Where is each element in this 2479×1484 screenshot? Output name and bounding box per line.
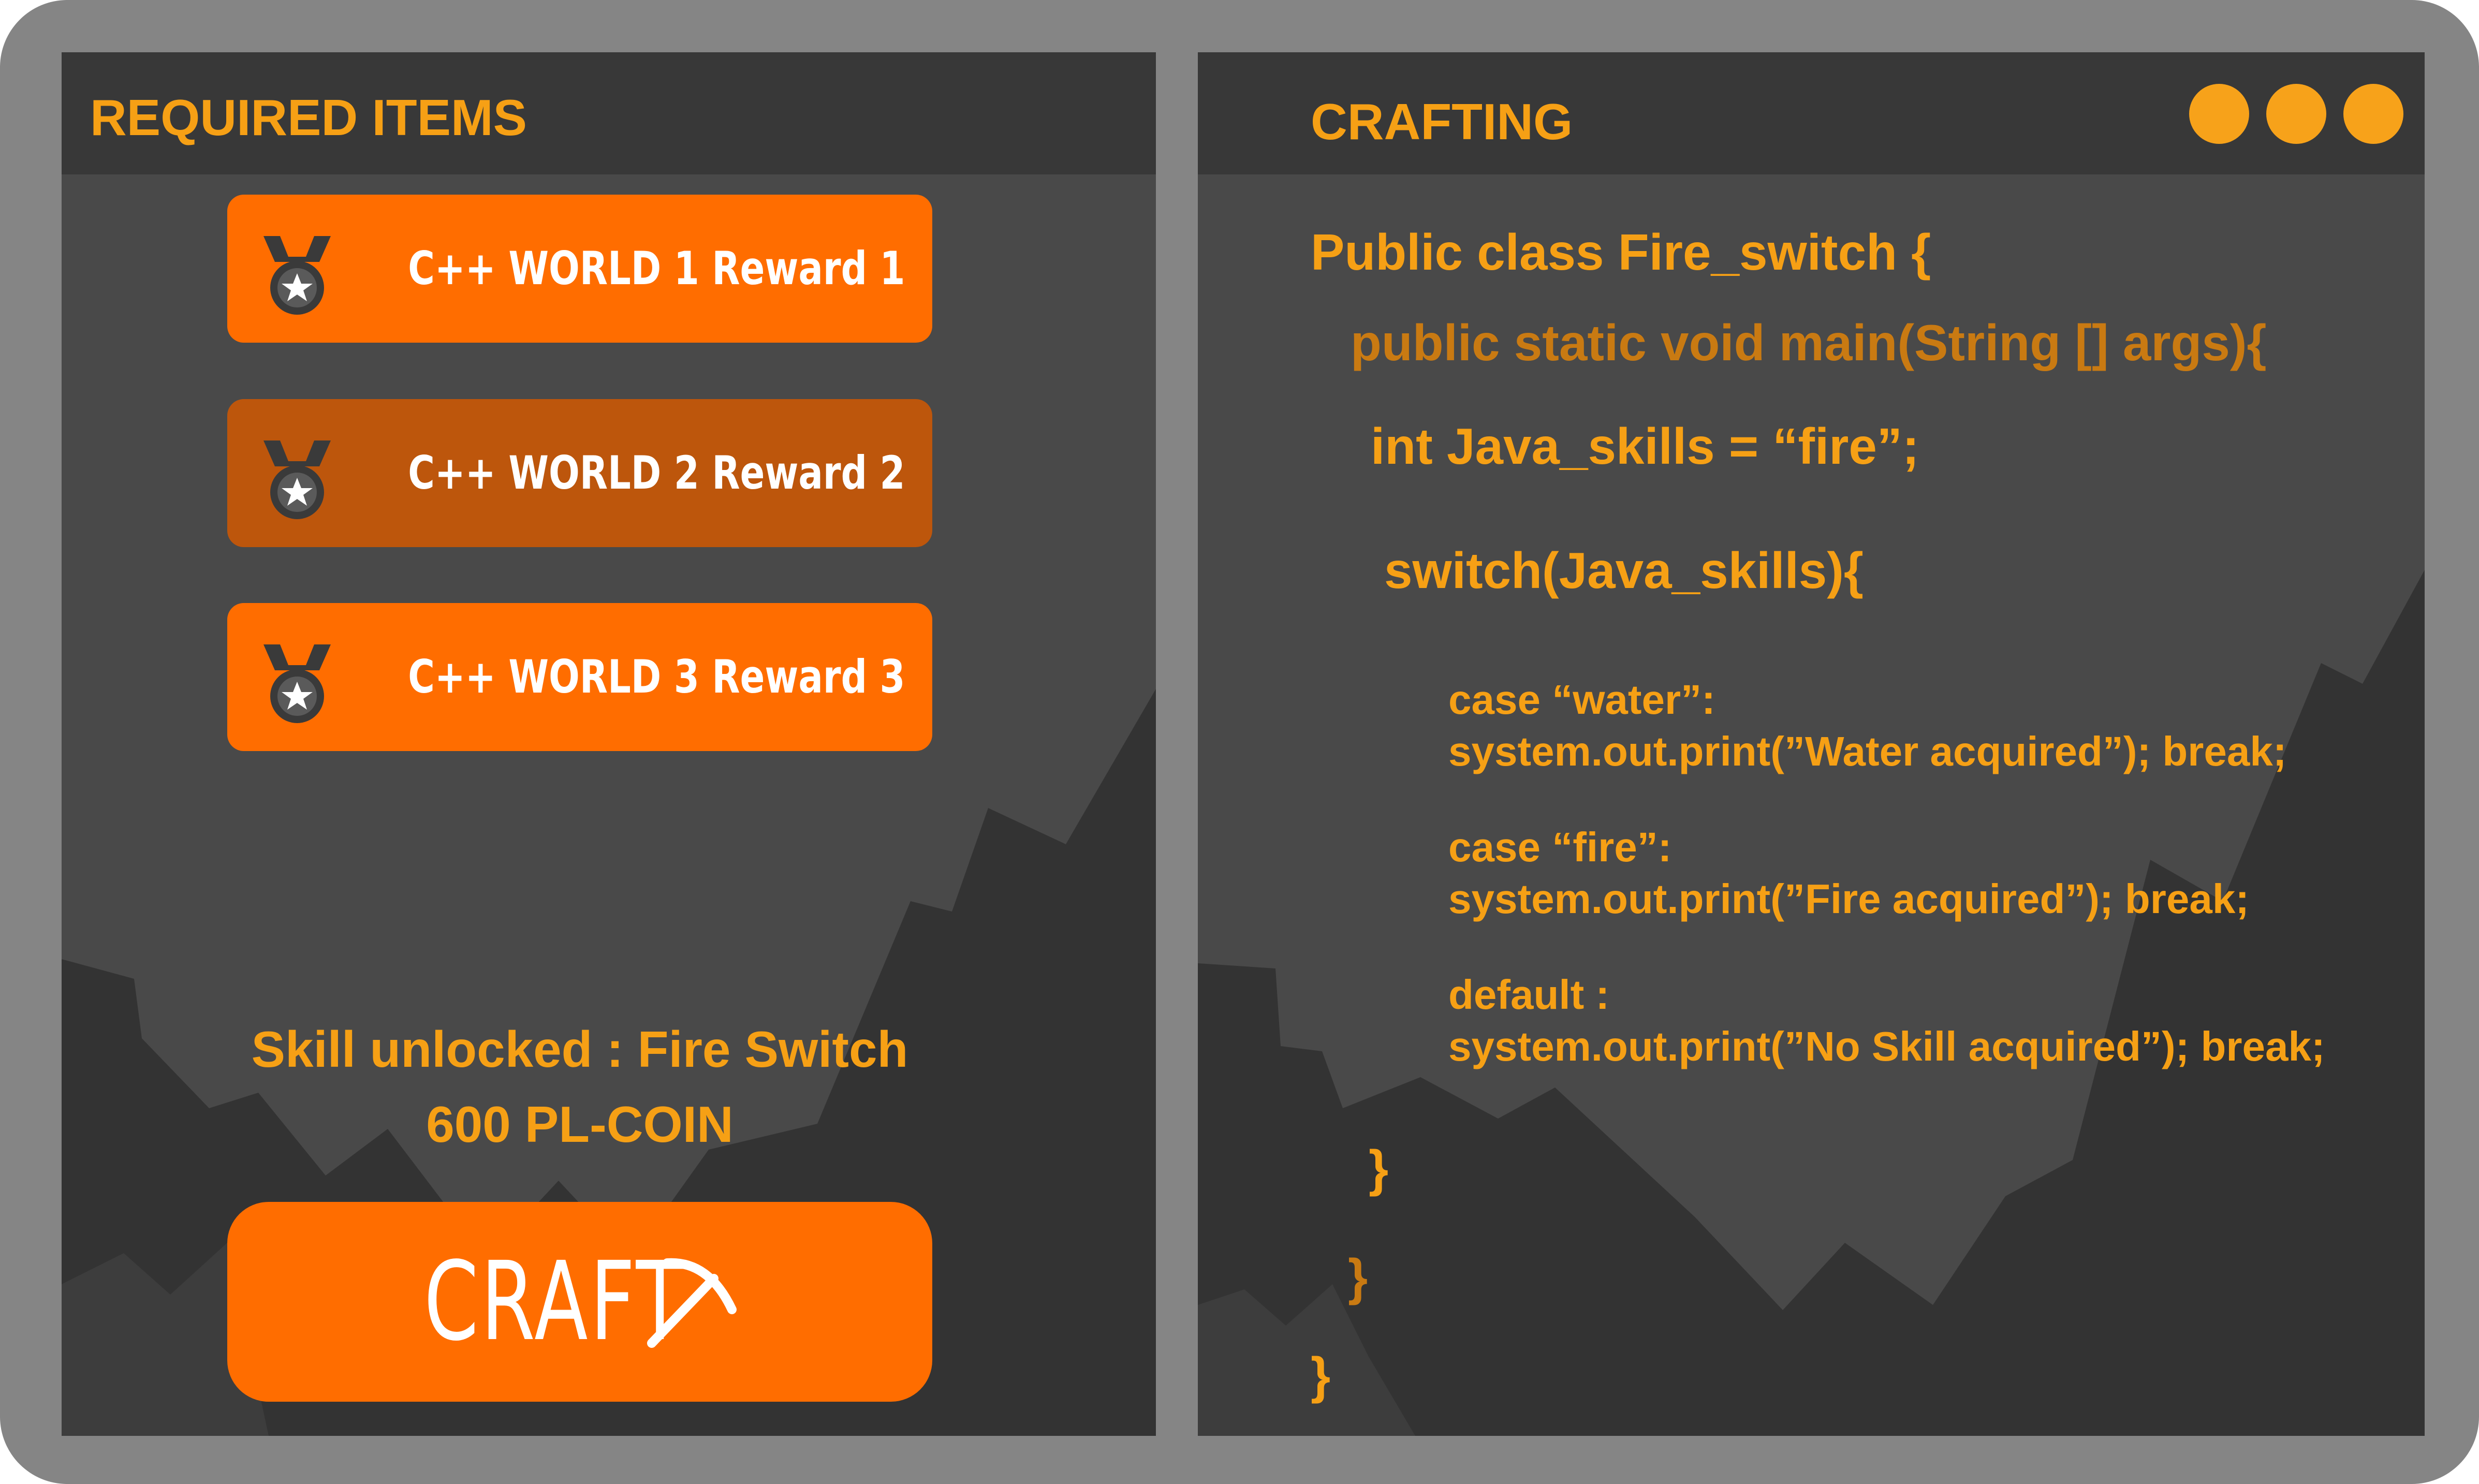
medal-icon: [263, 236, 331, 315]
required-item-2[interactable]: C++ WORLD 2 Reward 2: [227, 399, 932, 547]
required-item-label: C++ WORLD 2 Reward 2: [408, 446, 905, 499]
code-line: case “water”:: [1448, 677, 1715, 723]
required-item-label: C++ WORLD 1 Reward 1: [408, 242, 905, 295]
pickaxe-icon: [647, 1258, 737, 1348]
app-frame: REQUIRED ITEMS C++ WORLD 1 Reward 1 C++ …: [0, 0, 2479, 1484]
medal-icon: [263, 644, 331, 723]
code-line: default :: [1448, 972, 1610, 1018]
code-line: system.out.print(”No Skill acquired”); b…: [1448, 1023, 2325, 1069]
required-item-3[interactable]: C++ WORLD 3 Reward 3: [227, 603, 932, 751]
code-line: case “fire”:: [1448, 824, 1672, 870]
crafting-title: CRAFTING: [1311, 93, 1573, 150]
required-items-title: REQUIRED ITEMS: [90, 89, 527, 146]
code-line: public static void main(String [] args){: [1351, 314, 2267, 371]
window-dot[interactable]: [2266, 84, 2326, 144]
medal-icon: [263, 440, 331, 519]
required-items-titlebar: REQUIRED ITEMS: [62, 52, 1156, 174]
required-items-panel: REQUIRED ITEMS C++ WORLD 1 Reward 1 C++ …: [62, 52, 1156, 1436]
code-line: int Java_skills = “fire”;: [1371, 418, 1919, 475]
required-item-1[interactable]: C++ WORLD 1 Reward 1: [227, 195, 932, 343]
craft-button[interactable]: CRAFT: [227, 1202, 932, 1402]
code-line: system.out.print(”Fire acquired”); break…: [1448, 876, 2249, 922]
code-line: system.out.print(”Water acquired”); brea…: [1448, 728, 2287, 774]
code-line: }: [1369, 1140, 1389, 1197]
code-line: Public class Fire_switch {: [1311, 224, 1931, 281]
cost-text: 600 PL-COIN: [426, 1096, 734, 1153]
code-line: }: [1348, 1248, 1368, 1305]
code-line: switch(Java_skills){: [1384, 542, 1864, 599]
skill-unlocked-text: Skill unlocked : Fire Switch: [251, 1021, 908, 1078]
crafting-panel: CRAFTING Public class Fire_switch { publ…: [1198, 52, 2425, 1436]
window-dot[interactable]: [2343, 84, 2403, 144]
crafting-titlebar: CRAFTING: [1198, 52, 2425, 174]
window-dot[interactable]: [2189, 84, 2249, 144]
code-line: }: [1311, 1347, 1331, 1404]
required-item-label: C++ WORLD 3 Reward 3: [408, 650, 905, 703]
